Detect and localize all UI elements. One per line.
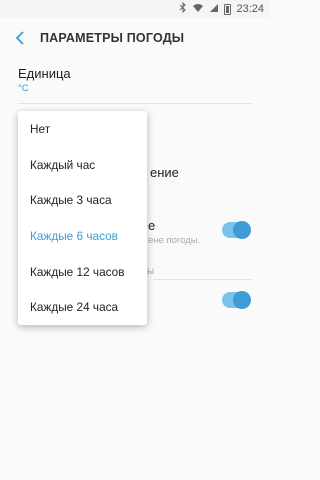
- dropdown-item-every-3-hours[interactable]: Каждые 3 часа: [18, 182, 147, 218]
- dropdown-item-every-12-hours[interactable]: Каждые 12 часов: [18, 254, 147, 290]
- unit-value: °C: [18, 83, 29, 94]
- auto-refresh-title-tail: ение: [150, 165, 179, 180]
- notification-title-tail: e: [148, 218, 156, 233]
- back-arrow-icon: [15, 31, 24, 45]
- signal-icon: [209, 3, 219, 16]
- dropdown-item-none[interactable]: Нет: [18, 111, 147, 147]
- toggle-knob: [233, 221, 251, 239]
- bluetooth-icon: [179, 1, 187, 16]
- status-bar: 23:24: [0, 0, 270, 18]
- dropdown-item-every-24-hours[interactable]: Каждые 24 часа: [18, 289, 147, 325]
- battery-icon: [224, 3, 232, 15]
- dropdown-item-every-6-hours[interactable]: Каждые 6 часов: [18, 218, 147, 254]
- unit-title: Единица: [18, 66, 71, 81]
- wifi-icon: [192, 3, 204, 16]
- section-divider: [153, 279, 252, 280]
- second-toggle[interactable]: [222, 291, 251, 309]
- page-title: ПАРАМЕТРЫ ПОГОДЫ: [40, 31, 185, 45]
- notification-toggle[interactable]: [222, 221, 251, 239]
- status-time: 23:24: [236, 3, 264, 15]
- divider: [18, 103, 252, 104]
- app-bar: ПАРАМЕТРЫ ПОГОДЫ: [0, 18, 270, 58]
- back-button[interactable]: [0, 18, 40, 58]
- section-header-tail: ы: [147, 266, 155, 277]
- notification-sub-tail: ене погоды.: [148, 235, 201, 246]
- refresh-interval-dropdown: Нет Каждый час Каждые 3 часа Каждые 6 ча…: [18, 111, 147, 325]
- dropdown-item-every-hour[interactable]: Каждый час: [18, 147, 147, 183]
- unit-setting[interactable]: Единица °C: [18, 66, 252, 94]
- toggle-knob: [233, 291, 251, 309]
